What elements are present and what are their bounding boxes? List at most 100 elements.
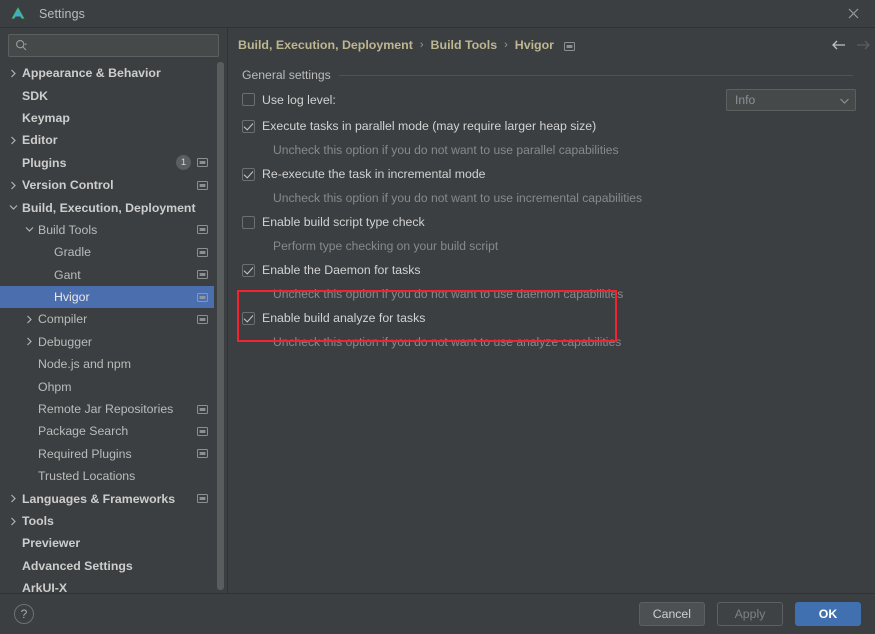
sidebar-item-advanced-settings[interactable]: Advanced Settings [0,555,214,577]
sidebar-item-label: Advanced Settings [22,558,133,573]
sidebar-item-label: Gant [54,267,81,282]
sidebar-item-editor[interactable]: Editor [0,129,214,151]
chevron-right-icon[interactable] [8,493,19,504]
cancel-button[interactable]: Cancel [638,602,705,626]
option-row[interactable]: Enable the Daemon for tasks [242,257,875,283]
sidebar-item-debugger[interactable]: Debugger [0,331,214,353]
module-settings-icon[interactable] [197,269,208,280]
chevron-down-icon[interactable] [24,224,35,235]
module-settings-icon[interactable] [197,157,208,168]
sidebar-item-label: Hvigor [54,290,90,305]
sidebar-item-compiler[interactable]: Compiler [0,308,214,330]
sidebar-item-label: Appearance & Behavior [22,66,161,81]
sidebar-item-plugins[interactable]: Plugins 1 [0,152,214,174]
sidebar-item-label: Required Plugins [38,446,132,461]
option-hint: Uncheck this option if you do not want t… [273,335,622,349]
chevron-right-icon[interactable] [24,336,35,347]
chevron-right-icon[interactable] [8,68,19,79]
apply-button[interactable]: Apply [717,602,783,626]
module-settings-icon[interactable] [197,426,208,437]
search-box[interactable] [8,34,219,57]
chevron-down-icon[interactable] [8,202,19,213]
module-settings-icon[interactable] [197,314,208,325]
breadcrumb-part-1[interactable]: Build Tools [431,38,498,52]
arrow-left-icon[interactable] [827,33,851,57]
sidebar-item-version-control[interactable]: Version Control [0,174,214,196]
sidebar-item-sdk[interactable]: SDK [0,84,214,106]
sidebar-item-languages-frameworks[interactable]: Languages & Frameworks [0,487,214,509]
settings-tree-list: Appearance & Behavior SDK Keymap Editor Plug… [0,62,214,593]
search-container [0,28,227,62]
chevron-right-icon[interactable] [8,135,19,146]
sidebar-item-gant[interactable]: Gant [0,264,214,286]
sidebar-item-appearance-behavior[interactable]: Appearance & Behavior [0,62,214,84]
sidebar-scrollbar-thumb[interactable] [217,62,224,590]
option-hint: Uncheck this option if you do not want t… [273,287,624,301]
sidebar-item-gradle[interactable]: Gradle [0,241,214,263]
breadcrumb: Build, Execution, Deployment › Build Too… [229,28,875,61]
module-settings-icon[interactable] [197,247,208,258]
sidebar-item-hvigor[interactable]: Hvigor [0,285,214,309]
sidebar-item-node-js-and-npm[interactable]: Node.js and npm [0,353,214,375]
breadcrumb-part-2: Hvigor [514,37,555,52]
option-row[interactable]: Enable build script type check [242,209,875,235]
option-row[interactable]: Re-execute the task in incremental mode [242,161,875,187]
sidebar-item-trusted-locations[interactable]: Trusted Locations [0,465,214,487]
chevron-right-icon[interactable] [24,314,35,325]
sidebar-item-label: Previewer [22,536,81,551]
sidebar-item-label: Languages & Frameworks [22,491,176,506]
option-checkbox[interactable] [242,167,255,181]
general-settings-panel: General settings Use log level: Info Exe… [229,61,875,353]
search-input[interactable] [28,38,218,53]
sidebar-item-package-search[interactable]: Package Search [0,420,214,442]
log-level-value: Info [735,92,756,107]
breadcrumb-separator: › [419,38,424,51]
chevron-right-icon[interactable] [8,516,19,527]
sidebar-item-previewer[interactable]: Previewer [0,532,214,554]
sidebar-item-label: Build, Execution, Deployment [22,200,196,215]
sidebar-item-remote-jar-repositories[interactable]: Remote Jar Repositories [0,398,214,420]
sidebar-item-label: Remote Jar Repositories [38,402,174,417]
option-checkbox[interactable] [242,119,255,133]
sidebar-item-label: Trusted Locations [38,469,136,484]
log-level-select[interactable]: Info [726,88,856,111]
close-icon[interactable] [831,0,875,27]
sidebar-item-ohpm[interactable]: Ohpm [0,375,214,397]
module-settings-icon[interactable] [564,39,576,51]
module-settings-icon[interactable] [197,448,208,459]
sidebar-item-required-plugins[interactable]: Required Plugins [0,443,214,465]
option-hint: Uncheck this option if you do not want t… [273,191,643,205]
option-row[interactable]: Enable build analyze for tasks [242,305,875,331]
sidebar-item-label: Gradle [54,245,91,260]
module-settings-icon[interactable] [197,493,208,504]
option-checkbox[interactable] [242,263,255,277]
module-settings-icon[interactable] [197,404,208,415]
sidebar-item-tools[interactable]: Tools [0,510,214,532]
module-settings-icon[interactable] [197,224,208,235]
sidebar-item-label: Node.js and npm [38,357,131,372]
ok-button[interactable]: OK [795,602,861,626]
sidebar-item-build-execution-deployment[interactable]: Build, Execution, Deployment [0,196,214,218]
chevron-right-icon[interactable] [8,180,19,191]
option-row[interactable]: Execute tasks in parallel mode (may requ… [242,113,875,139]
group-title: General settings [242,68,331,82]
breadcrumb-part-0[interactable]: Build, Execution, Deployment [238,38,413,52]
option-label: Enable build analyze for tasks [262,311,426,325]
option-checkbox[interactable] [242,215,255,229]
option-checkbox[interactable] [242,311,255,325]
sidebar-item-keymap[interactable]: Keymap [0,107,214,129]
help-icon[interactable]: ? [14,604,34,624]
module-settings-icon[interactable] [197,180,208,191]
sidebar-scrollbar[interactable] [216,62,225,593]
use-log-level-checkbox[interactable] [242,93,255,106]
sidebar-item-build-tools[interactable]: Build Tools [0,219,214,241]
arrow-right-icon[interactable] [851,33,875,57]
module-settings-icon[interactable] [197,292,208,303]
sidebar-item-arkui-x[interactable]: ArkUI-X [0,577,214,593]
